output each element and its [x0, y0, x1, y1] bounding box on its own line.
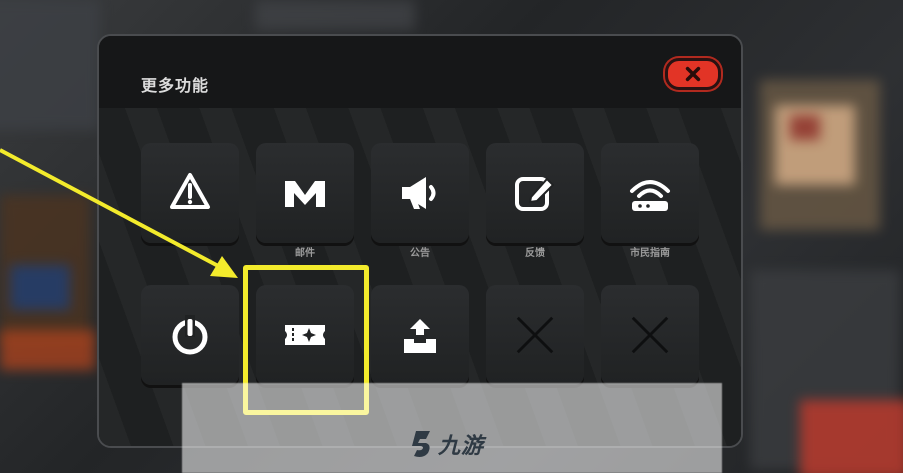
dialog-title: 更多功能 — [141, 76, 210, 95]
mail-m-icon — [285, 181, 325, 207]
tile-citizen-guide[interactable]: 市民指南 — [601, 143, 699, 259]
nine-game-logo-icon — [412, 431, 430, 457]
close-button[interactable] — [665, 58, 721, 90]
megaphone-icon — [402, 177, 436, 209]
tile-feedback-label: 反馈 — [525, 248, 545, 259]
watermark-text: 九游 — [438, 434, 485, 459]
upload-box-icon — [404, 319, 436, 353]
tile-feedback[interactable]: 反馈 — [486, 143, 584, 259]
disabled-x-icon — [516, 316, 554, 354]
close-x-icon — [685, 66, 701, 82]
tile-mail[interactable]: 邮件 — [256, 143, 354, 259]
tile-power[interactable] — [141, 285, 239, 385]
tile-announcement[interactable]: 公告 — [371, 143, 469, 259]
watermark-logo: 九游 — [408, 428, 484, 460]
tile-empty-1 — [486, 285, 584, 385]
warning-triangle-icon — [170, 173, 210, 209]
tile-citizen-guide-label: 市民指南 — [630, 248, 670, 259]
wifi-guide-icon — [630, 180, 670, 211]
tile-announcement-label: 公告 — [410, 248, 430, 259]
dialog-header: 更多功能 — [99, 36, 741, 108]
tile-empty-2 — [601, 285, 699, 385]
tile-1[interactable] — [141, 143, 239, 243]
disabled-x-icon — [631, 316, 669, 354]
tile-mail-label: 邮件 — [295, 248, 315, 259]
power-icon — [172, 315, 208, 355]
tile-upload[interactable] — [371, 285, 469, 385]
edit-square-icon — [515, 177, 555, 211]
